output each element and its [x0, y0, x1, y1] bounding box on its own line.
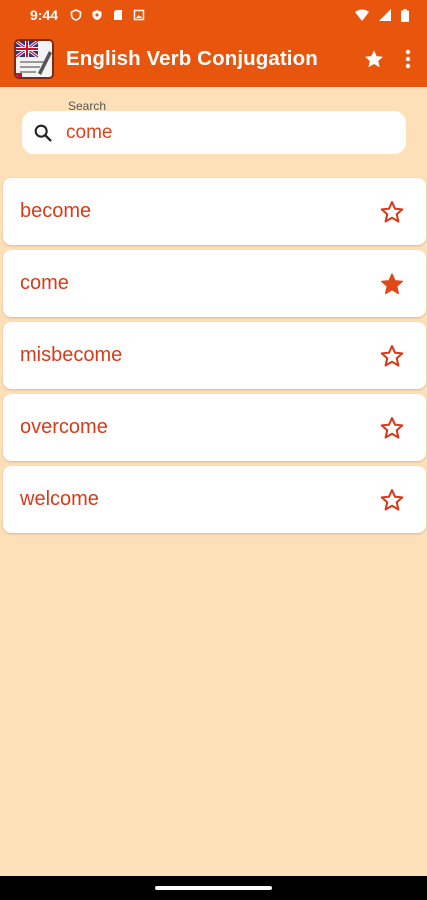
list-item[interactable]: misbecome — [3, 322, 426, 389]
star-outline-icon — [380, 344, 404, 367]
app-title: English Verb Conjugation — [66, 46, 318, 70]
status-time: 9:44 — [30, 7, 59, 23]
search-input[interactable] — [66, 121, 366, 144]
favorites-button[interactable] — [363, 48, 385, 70]
sd-card-icon — [114, 10, 123, 20]
verb-label: come — [20, 272, 69, 294]
battery-icon — [401, 8, 409, 22]
verb-list: become come misbecome overcome welcome — [3, 178, 426, 533]
verb-label: overcome — [20, 416, 108, 438]
list-item[interactable]: overcome — [3, 394, 426, 461]
status-bar: 9:44 — [0, 0, 427, 30]
app-logo-icon — [14, 38, 54, 79]
favorite-toggle[interactable] — [379, 487, 405, 513]
image-icon — [133, 9, 145, 21]
search-icon — [34, 124, 52, 142]
favorite-toggle[interactable] — [379, 271, 405, 297]
star-filled-icon — [381, 272, 403, 294]
more-vert-icon — [405, 49, 411, 68]
verb-label: become — [20, 200, 92, 222]
gesture-handle[interactable] — [155, 886, 272, 890]
favorite-toggle[interactable] — [379, 343, 405, 369]
list-item[interactable]: come — [3, 250, 426, 317]
signal-icon — [379, 9, 391, 21]
shield-icon — [70, 9, 82, 21]
star-outline-icon — [380, 488, 404, 511]
system-nav-bar — [0, 876, 427, 900]
favorite-toggle[interactable] — [379, 415, 405, 441]
star-outline-icon — [380, 200, 404, 223]
list-item[interactable]: become — [3, 178, 426, 245]
star-outline-icon — [380, 416, 404, 439]
app-bar: English Verb Conjugation — [0, 30, 427, 87]
verb-label: welcome — [20, 488, 99, 510]
favorite-toggle[interactable] — [379, 199, 405, 225]
vpn-shield-icon — [92, 10, 102, 20]
app-screen: 9:44 English Verb Conjugation Search com… — [0, 0, 427, 900]
wifi-icon — [355, 9, 369, 21]
favorites-star-icon — [365, 49, 383, 67]
search-field[interactable] — [22, 111, 406, 154]
more-options-button[interactable] — [405, 49, 411, 69]
verb-label: misbecome — [20, 344, 123, 366]
list-item[interactable]: welcome — [3, 466, 426, 533]
